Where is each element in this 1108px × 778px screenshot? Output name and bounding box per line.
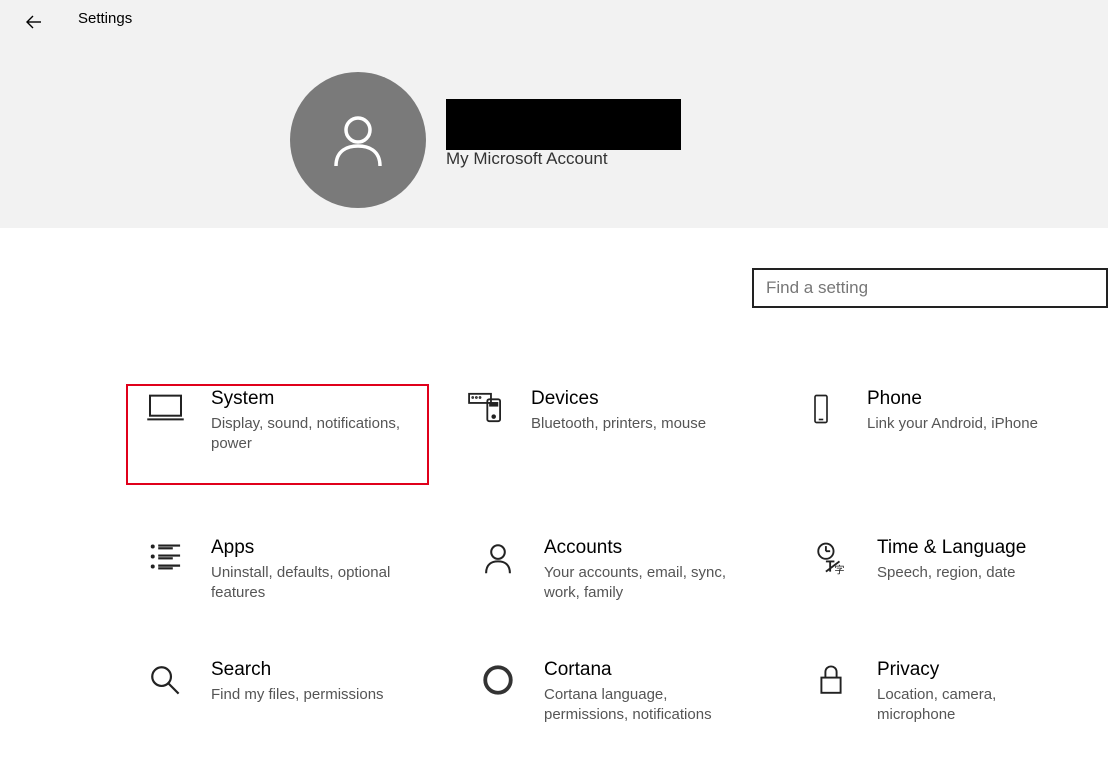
- my-microsoft-account-link[interactable]: My Microsoft Account: [446, 149, 681, 169]
- system-icon: [145, 392, 185, 426]
- tile-title: System: [211, 388, 411, 410]
- privacy-icon: [811, 663, 851, 697]
- tile-desc: Display, sound, notifications, power: [211, 414, 411, 455]
- tile-desc: Speech, region, date: [877, 563, 1026, 583]
- tile-search[interactable]: Search Find my files, permissions: [145, 655, 442, 730]
- settings-tiles: System Display, sound, notifications, po…: [0, 384, 1108, 778]
- tile-title: Privacy: [877, 659, 1077, 681]
- back-button[interactable]: [24, 12, 44, 32]
- tile-desc: Link your Android, iPhone: [867, 414, 1038, 434]
- tile-system[interactable]: System Display, sound, notifications, po…: [126, 384, 429, 485]
- devices-icon: [465, 392, 505, 426]
- search-container: [752, 268, 1108, 308]
- tile-cortana[interactable]: Cortana Cortana language, permissions, n…: [478, 655, 775, 730]
- svg-text:字: 字: [834, 563, 844, 575]
- tile-title: Apps: [211, 537, 411, 559]
- tile-desc: Location, camera, microphone: [877, 685, 1077, 726]
- page-title: Settings: [78, 10, 132, 27]
- search-icon: [145, 663, 185, 697]
- tile-accounts[interactable]: Accounts Your accounts, email, sync, wor…: [478, 533, 775, 608]
- profile-text: My Microsoft Account: [446, 72, 681, 169]
- apps-icon: [145, 541, 185, 575]
- tile-title: Devices: [531, 388, 706, 410]
- tile-title: Phone: [867, 388, 1038, 410]
- profile-name-redacted: [446, 99, 681, 150]
- tile-privacy[interactable]: Privacy Location, camera, microphone: [811, 655, 1108, 730]
- tile-title: Search: [211, 659, 384, 681]
- tile-title: Time & Language: [877, 537, 1026, 559]
- avatar[interactable]: [290, 72, 426, 208]
- header-bar: Settings My Microsoft Account: [0, 0, 1108, 228]
- accounts-icon: [478, 541, 518, 575]
- tile-title: Cortana: [544, 659, 744, 681]
- phone-icon: [801, 392, 841, 426]
- cortana-icon: [478, 663, 518, 697]
- time-language-icon: 字: [811, 541, 851, 575]
- tile-phone[interactable]: Phone Link your Android, iPhone: [801, 384, 1101, 485]
- tile-devices[interactable]: Devices Bluetooth, printers, mouse: [465, 384, 765, 485]
- person-icon: [326, 108, 390, 172]
- tile-apps[interactable]: Apps Uninstall, defaults, optional featu…: [145, 533, 442, 608]
- tile-row: Apps Uninstall, defaults, optional featu…: [0, 533, 1108, 608]
- tile-desc: Find my files, permissions: [211, 685, 384, 705]
- profile-block: My Microsoft Account: [290, 72, 681, 208]
- tile-desc: Bluetooth, printers, mouse: [531, 414, 706, 434]
- tile-desc: Cortana language, permissions, notificat…: [544, 685, 744, 726]
- tile-title: Accounts: [544, 537, 744, 559]
- tile-row: System Display, sound, notifications, po…: [0, 384, 1108, 485]
- tile-desc: Your accounts, email, sync, work, family: [544, 563, 744, 604]
- tile-desc: Uninstall, defaults, optional features: [211, 563, 411, 604]
- tile-row: Search Find my files, permissions Cortan…: [0, 655, 1108, 730]
- tile-time-language[interactable]: 字 Time & Language Speech, region, date: [811, 533, 1108, 608]
- search-input[interactable]: [752, 268, 1108, 308]
